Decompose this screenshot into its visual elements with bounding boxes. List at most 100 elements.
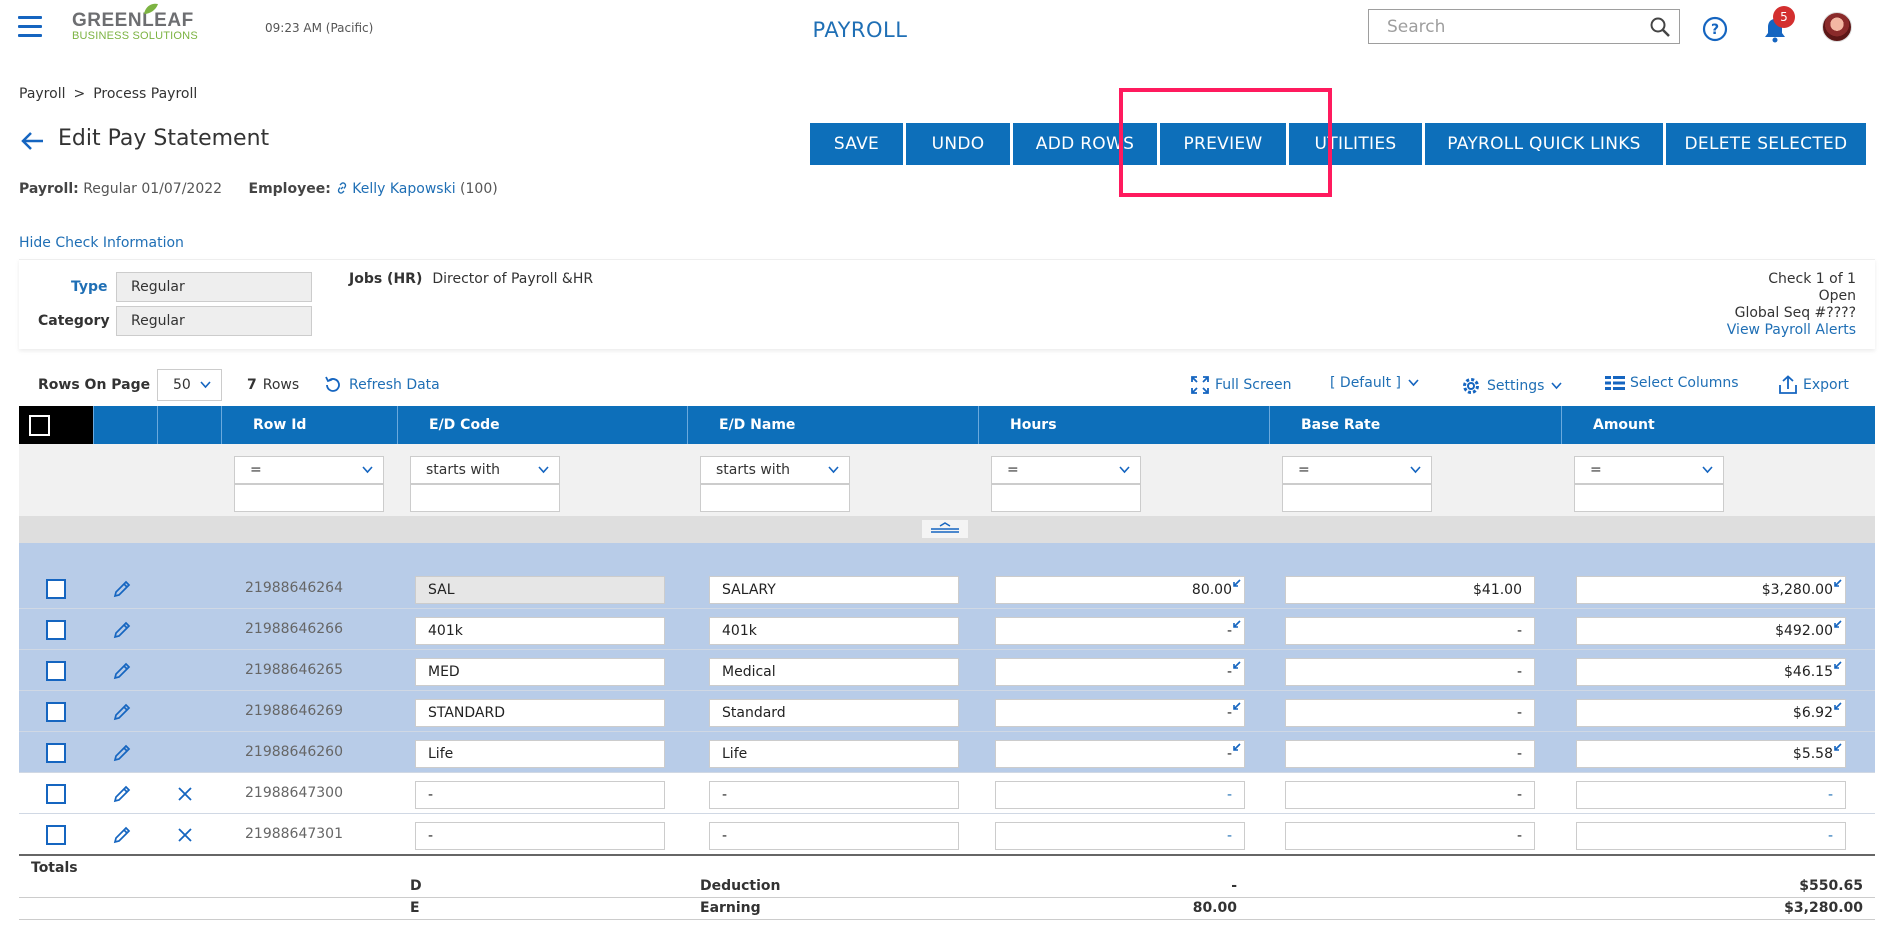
hamburger-menu-icon[interactable] xyxy=(18,16,42,38)
base-rate-field[interactable]: - xyxy=(1285,617,1535,645)
column-header-row-id[interactable]: Row Id xyxy=(222,406,398,444)
base-rate-field[interactable]: - xyxy=(1285,699,1535,727)
remove-row-icon[interactable] xyxy=(176,826,194,844)
row-id-filter-operator[interactable]: = xyxy=(234,456,384,484)
base-rate-field[interactable]: - xyxy=(1285,740,1535,768)
category-field[interactable]: Regular xyxy=(116,306,312,336)
greenleaf-logo[interactable]: GREENLEAF BUSINESS SOLUTIONS xyxy=(72,3,212,50)
pencil-edit-icon[interactable] xyxy=(112,784,132,804)
column-header-ed-code[interactable]: E/D Code xyxy=(398,406,688,444)
ed-code-field[interactable]: MED xyxy=(415,658,665,686)
amount-field[interactable]: $46.15 xyxy=(1576,658,1846,686)
select-columns-button[interactable]: Select Columns xyxy=(1605,375,1739,391)
ed-code-field[interactable]: Life xyxy=(415,740,665,768)
hours-field[interactable]: - xyxy=(995,658,1245,686)
pencil-edit-icon[interactable] xyxy=(112,661,132,681)
expand-arrow-icon[interactable] xyxy=(1833,661,1842,670)
pencil-edit-icon[interactable] xyxy=(112,743,132,763)
hours-field[interactable]: 80.00 xyxy=(995,576,1245,604)
hours-filter-input[interactable] xyxy=(991,484,1141,512)
rows-on-page-select[interactable]: 50 xyxy=(157,369,222,401)
amount-filter-operator[interactable]: = xyxy=(1574,456,1724,484)
breadcrumb-payroll[interactable]: Payroll xyxy=(19,86,65,102)
settings-dropdown[interactable]: Settings xyxy=(1460,375,1567,397)
hide-check-information-link[interactable]: Hide Check Information xyxy=(19,235,184,251)
ed-code-field[interactable]: - xyxy=(415,781,665,809)
base-rate-field[interactable]: - xyxy=(1285,822,1535,850)
ed-name-field[interactable]: - xyxy=(709,781,959,809)
row-checkbox[interactable] xyxy=(46,825,66,845)
ed-code-field[interactable]: STANDARD xyxy=(415,699,665,727)
export-button[interactable]: Export xyxy=(1778,375,1849,395)
pencil-edit-icon[interactable] xyxy=(112,620,132,640)
ed-name-field[interactable]: Standard xyxy=(709,699,959,727)
delete-selected-button[interactable]: DELETE SELECTED xyxy=(1666,123,1866,165)
expand-arrow-icon[interactable] xyxy=(1232,661,1241,670)
expand-arrow-icon[interactable] xyxy=(1833,743,1842,752)
amount-field[interactable]: - xyxy=(1576,781,1846,809)
amount-field[interactable]: $6.92 xyxy=(1576,699,1846,727)
undo-button[interactable]: UNDO xyxy=(906,123,1010,165)
table-row[interactable]: 21988646265 MED Medical - - $46.15 xyxy=(19,650,1875,691)
ed-code-filter-operator[interactable]: starts with xyxy=(410,456,560,484)
base-rate-field[interactable]: - xyxy=(1285,658,1535,686)
table-row[interactable]: 21988646264 SAL SALARY 80.00 $41.00 $3,2… xyxy=(19,568,1875,609)
table-row[interactable]: 21988647301 - - - - - xyxy=(19,814,1875,855)
expand-arrow-icon[interactable] xyxy=(1232,743,1241,752)
column-header-amount[interactable]: Amount xyxy=(1562,406,1875,444)
column-header-ed-name[interactable]: E/D Name xyxy=(688,406,979,444)
select-all-checkbox[interactable] xyxy=(29,415,50,436)
column-header-base-rate[interactable]: Base Rate xyxy=(1270,406,1562,444)
employee-name-link[interactable]: Kelly Kapowski xyxy=(352,181,455,197)
utilities-button[interactable]: UTILITIES xyxy=(1289,123,1422,165)
base-rate-field[interactable]: - xyxy=(1285,781,1535,809)
expand-arrow-icon[interactable] xyxy=(1833,702,1842,711)
payroll-quick-links-button[interactable]: PAYROLL QUICK LINKS xyxy=(1425,123,1663,165)
save-button[interactable]: SAVE xyxy=(810,123,903,165)
ed-code-field[interactable]: 401k xyxy=(415,617,665,645)
amount-field[interactable]: $5.58 xyxy=(1576,740,1846,768)
base-rate-field[interactable]: $41.00 xyxy=(1285,576,1535,604)
refresh-data-button[interactable]: Refresh Data xyxy=(323,375,440,395)
search-input[interactable] xyxy=(1369,10,1639,43)
hours-field[interactable]: - xyxy=(995,740,1245,768)
add-rows-button[interactable]: ADD ROWS xyxy=(1013,123,1157,165)
full-screen-button[interactable]: Full Screen xyxy=(1190,375,1292,395)
hours-field[interactable]: - xyxy=(995,699,1245,727)
ed-name-field[interactable]: 401k xyxy=(709,617,959,645)
hours-field[interactable]: - xyxy=(995,617,1245,645)
ed-name-field[interactable]: Medical xyxy=(709,658,959,686)
row-checkbox[interactable] xyxy=(46,661,66,681)
row-checkbox[interactable] xyxy=(46,579,66,599)
preview-button[interactable]: PREVIEW xyxy=(1160,123,1286,165)
ed-code-field[interactable]: - xyxy=(415,822,665,850)
expand-arrow-icon[interactable] xyxy=(1232,702,1241,711)
table-row[interactable]: 21988647300 - - - - - xyxy=(19,773,1875,814)
expand-arrow-icon[interactable] xyxy=(1232,620,1241,629)
ed-name-filter-input[interactable] xyxy=(700,484,850,512)
table-row[interactable]: 21988646269 STANDARD Standard - - $6.92 xyxy=(19,691,1875,732)
table-row[interactable]: 21988646260 Life Life - - $5.58 xyxy=(19,732,1875,773)
ed-name-field[interactable]: Life xyxy=(709,740,959,768)
amount-field[interactable]: - xyxy=(1576,822,1846,850)
amount-field[interactable]: $3,280.00 xyxy=(1576,576,1846,604)
row-checkbox[interactable] xyxy=(46,620,66,640)
expand-arrow-icon[interactable] xyxy=(1833,579,1842,588)
user-avatar[interactable] xyxy=(1822,12,1852,42)
ed-code-filter-input[interactable] xyxy=(410,484,560,512)
table-row[interactable]: 21988646266 401k 401k - - $492.00 xyxy=(19,609,1875,650)
hours-field[interactable]: - xyxy=(995,822,1245,850)
hours-field[interactable]: - xyxy=(995,781,1245,809)
pencil-edit-icon[interactable] xyxy=(112,579,132,599)
search-icon[interactable] xyxy=(1649,16,1671,38)
collapse-handle[interactable] xyxy=(922,520,968,538)
ed-name-filter-operator[interactable]: starts with xyxy=(700,456,850,484)
pencil-edit-icon[interactable] xyxy=(112,702,132,722)
ed-name-field[interactable]: - xyxy=(709,822,959,850)
base-rate-filter-input[interactable] xyxy=(1282,484,1432,512)
ed-name-field[interactable]: SALARY xyxy=(709,576,959,604)
pencil-edit-icon[interactable] xyxy=(112,825,132,845)
column-header-hours[interactable]: Hours xyxy=(979,406,1270,444)
base-rate-filter-operator[interactable]: = xyxy=(1282,456,1432,484)
back-arrow-icon[interactable] xyxy=(19,129,45,153)
